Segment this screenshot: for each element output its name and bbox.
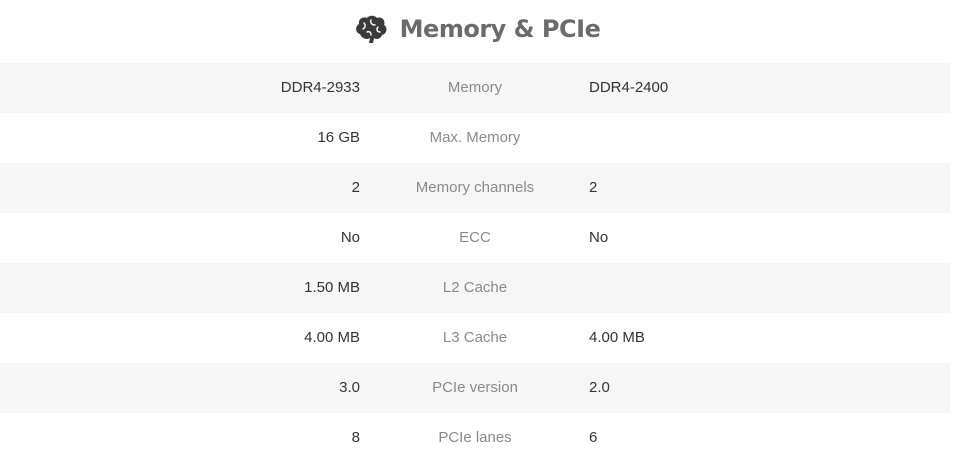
spec-row-memory: DDR4-2933 Memory DDR4-2400 (0, 63, 950, 113)
spec-label: ECC (459, 229, 491, 246)
left-value: 1.50 MB (304, 279, 360, 296)
spec-label: Memory channels (415, 179, 535, 196)
right-value: 2.0 (589, 379, 610, 396)
spec-row-ecc: No ECC No (0, 213, 950, 263)
right-value: No (589, 229, 609, 246)
left-value: 2 (351, 179, 360, 196)
section-title: Memory & PCIe (399, 15, 601, 43)
spec-row-max-memory: 16 GB Max. Memory (0, 113, 950, 163)
left-value: 16 GB (317, 129, 360, 146)
left-value: 8 (351, 429, 360, 446)
spec-label: L3 Cache (442, 329, 508, 346)
section-header: Memory & PCIe (0, 0, 954, 58)
spec-row-l2-cache: 1.50 MB L2 Cache (0, 263, 950, 313)
left-value: DDR4-2933 (280, 79, 360, 96)
right-value: 6 (589, 429, 598, 446)
spec-table: DDR4-2933 Memory DDR4-2400 16 GB Max. Me… (0, 63, 950, 463)
brain-icon (354, 14, 388, 44)
spec-label: Max. Memory (429, 129, 521, 146)
spec-label: L2 Cache (442, 279, 508, 296)
spec-label: PCIe version (432, 379, 518, 396)
right-value: DDR4-2400 (589, 79, 669, 96)
right-value: 2 (589, 179, 598, 196)
spec-row-memory-channels: 2 Memory channels 2 (0, 163, 950, 213)
spec-row-l3-cache: 4.00 MB L3 Cache 4.00 MB (0, 313, 950, 363)
spec-label: Memory (447, 79, 503, 96)
left-value: 3.0 (339, 379, 360, 396)
left-value: 4.00 MB (304, 329, 360, 346)
left-value: No (340, 229, 360, 246)
spec-label: PCIe lanes (438, 429, 512, 446)
right-value: 4.00 MB (589, 329, 645, 346)
spec-row-pcie-version: 3.0 PCIe version 2.0 (0, 363, 950, 413)
spec-row-pcie-lanes: 8 PCIe lanes 6 (0, 413, 950, 463)
